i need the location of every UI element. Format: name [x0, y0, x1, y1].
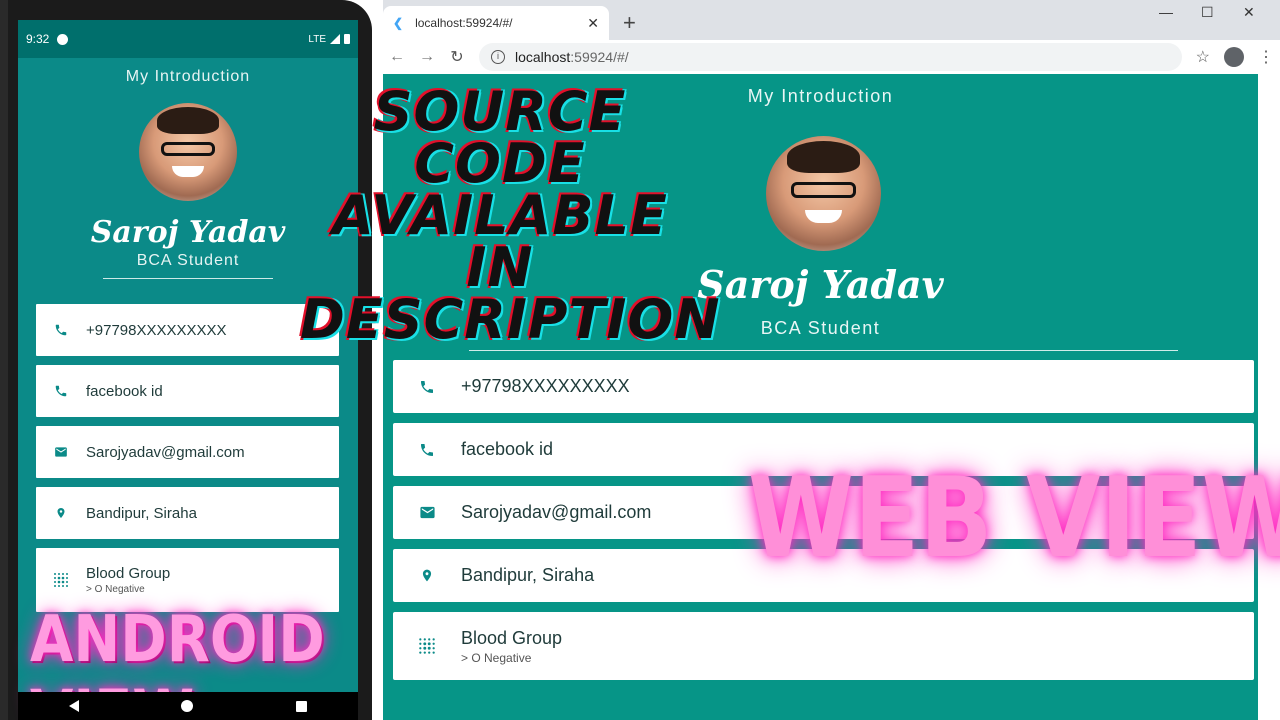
web-view-label: WEB VIEW — [748, 453, 1280, 583]
card-text: Blood Group — [86, 565, 171, 582]
card-text: Sarojyadav@gmail.com — [86, 443, 245, 461]
address-bar: ← → ↻ i localhost:59924/#/ ☆ ⋮ — [383, 40, 1280, 74]
card-text: Bandipur, Siraha — [86, 504, 197, 522]
android-status-bar: 9:32 LTE — [18, 20, 358, 58]
status-network: LTE — [308, 33, 326, 45]
location-icon — [393, 567, 461, 584]
forward-arrow-icon[interactable]: → — [419, 48, 435, 66]
status-time: 9:32 — [26, 32, 50, 46]
tab-title: localhost:59924/#/ — [415, 16, 513, 30]
headline-line: IN — [466, 236, 534, 299]
card-text: facebook id — [461, 439, 554, 459]
maximize-icon[interactable]: ☐ — [1201, 4, 1214, 21]
android-page-title: My Introduction — [125, 68, 251, 85]
blood-icon — [36, 571, 86, 589]
minimize-icon[interactable]: — — [1159, 4, 1173, 20]
card-text: +97798XXXXXXXXX — [86, 321, 227, 339]
phone-edge — [0, 0, 8, 720]
url-rest: :59924/#/ — [570, 49, 629, 65]
new-tab-icon[interactable]: + — [623, 10, 636, 36]
phone-icon — [393, 442, 461, 458]
notification-icon — [57, 33, 69, 45]
signal-icon — [330, 34, 340, 44]
home-icon[interactable] — [181, 700, 194, 712]
phone-icon — [36, 323, 86, 337]
url-field[interactable]: i localhost:59924/#/ — [479, 43, 1182, 71]
bookmark-star-icon[interactable]: ☆ — [1196, 47, 1210, 67]
email-icon — [36, 445, 86, 459]
android-divider — [103, 278, 273, 279]
menu-dots-icon[interactable]: ⋮ — [1258, 47, 1274, 67]
battery-icon — [344, 34, 350, 44]
card-text: facebook id — [86, 382, 163, 400]
card-text: Blood Group — [461, 627, 563, 648]
headline-line: SOURCE CODE — [373, 80, 627, 195]
web-avatar — [766, 136, 881, 251]
android-avatar — [139, 103, 237, 201]
headline-line: DESCRIPTION — [300, 288, 721, 351]
android-card-email[interactable]: Sarojyadav@gmail.com — [36, 426, 339, 478]
card-subtext: > O Negative — [461, 650, 532, 665]
blood-icon — [393, 636, 461, 656]
window-close-icon[interactable]: ✕ — [1243, 4, 1255, 21]
source-code-headline: SOURCE CODE AVAILABLE IN DESCRIPTION — [300, 80, 721, 351]
card-text: Sarojyadav@gmail.com — [461, 502, 652, 522]
web-card-blood[interactable]: Blood Group > O Negative — [393, 612, 1254, 680]
tab-close-icon[interactable]: ✕ — [587, 15, 599, 32]
email-icon — [393, 504, 461, 521]
back-arrow-icon[interactable]: ← — [389, 48, 405, 66]
android-card-location[interactable]: Bandipur, Siraha — [36, 487, 339, 539]
flutter-favicon-icon: ❮ — [393, 16, 404, 30]
card-text: +97798XXXXXXXXX — [461, 376, 630, 396]
back-icon[interactable] — [69, 700, 80, 712]
url-host: localhost — [515, 49, 571, 65]
profile-avatar-icon[interactable] — [1224, 47, 1244, 67]
android-card-phone[interactable]: +97798XXXXXXXXX — [36, 304, 339, 356]
reload-icon[interactable]: ↻ — [449, 47, 465, 67]
browser-tab[interactable]: ❮ localhost:59924/#/ ✕ — [383, 6, 609, 40]
web-card-phone[interactable]: +97798XXXXXXXXX — [393, 360, 1254, 413]
android-nav-bar — [18, 692, 358, 720]
card-subtext: > O Negative — [86, 584, 145, 595]
info-icon[interactable]: i — [491, 50, 505, 64]
card-text: Bandipur, Siraha — [461, 565, 595, 585]
android-card-facebook[interactable]: facebook id — [36, 365, 339, 417]
phone-icon — [393, 379, 461, 395]
phone-icon — [36, 384, 86, 398]
location-icon — [36, 506, 86, 520]
tab-bar: ❮ localhost:59924/#/ ✕ + — ☐ ✕ — [383, 0, 1280, 40]
recents-icon[interactable] — [295, 700, 307, 712]
headline-line: AVAILABLE — [332, 184, 668, 247]
